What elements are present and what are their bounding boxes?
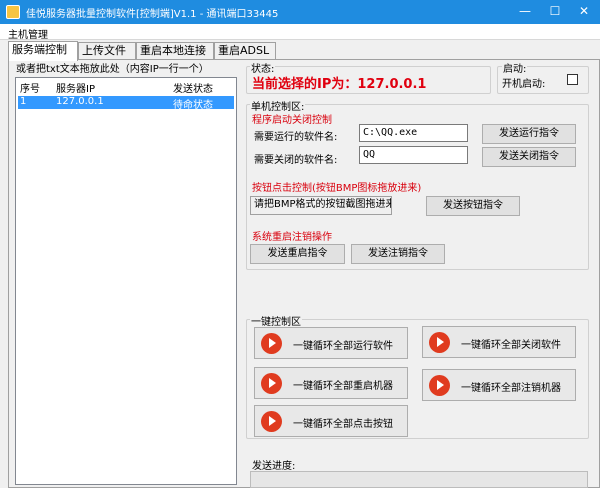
logoff-all-button[interactable]: 一键循环全部注销机器 bbox=[422, 369, 576, 401]
progress-label: 发送进度: bbox=[252, 461, 296, 472]
tab-restart-local-connection[interactable]: 重启本地连接 bbox=[136, 42, 214, 60]
close-program-label: 需要关闭的软件名: bbox=[254, 155, 338, 166]
startup-label: 启动: bbox=[502, 60, 528, 75]
play-icon bbox=[261, 411, 282, 432]
column-send-status[interactable]: 发送状态 bbox=[173, 80, 213, 95]
oneclick-label: 一键控制区 bbox=[250, 313, 302, 328]
progress-bar bbox=[250, 471, 588, 488]
restart-all-button[interactable]: 一键循环全部重启机器 bbox=[254, 367, 408, 399]
program-control-title: 程序启动关闭控制 bbox=[252, 115, 332, 126]
run-program-label: 需要运行的软件名: bbox=[254, 132, 338, 143]
close-program-input[interactable]: QQ bbox=[359, 146, 468, 164]
run-all-button[interactable]: 一键循环全部运行软件 bbox=[254, 327, 408, 359]
autostart-label: 开机启动: bbox=[502, 79, 546, 90]
logoff-all-label: 一键循环全部注销机器 bbox=[461, 383, 561, 394]
table-row[interactable]: 1 127.0.0.1 待命状态 bbox=[18, 96, 234, 111]
row-index: 1 bbox=[20, 96, 27, 107]
column-index[interactable]: 序号 bbox=[20, 80, 40, 95]
minimize-button[interactable]: — bbox=[510, 0, 540, 24]
send-restart-button[interactable]: 发送重启指令 bbox=[250, 244, 345, 264]
play-icon bbox=[429, 332, 450, 353]
tab-strip: 服务端控制 上传文件 重启本地连接 重启ADSL bbox=[8, 41, 598, 61]
send-logoff-button[interactable]: 发送注销指令 bbox=[351, 244, 445, 264]
current-ip: 当前选择的IP为：127.0.0.1 bbox=[252, 77, 427, 92]
row-ip: 127.0.0.1 bbox=[56, 96, 104, 107]
play-icon bbox=[261, 373, 282, 394]
bmp-drop-area[interactable]: 请把BMP格式的按钮截图拖进来 bbox=[250, 196, 392, 215]
play-icon bbox=[429, 375, 450, 396]
restart-all-label: 一键循环全部重启机器 bbox=[293, 381, 393, 392]
close-all-button[interactable]: 一键循环全部关闭软件 bbox=[422, 326, 576, 358]
tab-server-control[interactable]: 服务端控制 bbox=[8, 41, 78, 61]
window-title: 佳悦服务器批量控制软件[控制端]V1.1 - 通讯端口33445 bbox=[26, 9, 279, 20]
button-click-title: 按钮点击控制(按钮BMP图标拖放进来) bbox=[252, 183, 422, 194]
close-button[interactable]: ✕ bbox=[568, 0, 600, 24]
app-icon bbox=[6, 5, 20, 19]
menu-bar: 主机管理 bbox=[0, 24, 600, 41]
click-all-label: 一键循环全部点击按钮 bbox=[293, 419, 393, 430]
maximize-button[interactable]: ☐ bbox=[540, 0, 570, 24]
send-click-button[interactable]: 发送按钮指令 bbox=[426, 196, 520, 216]
menu-host-management[interactable]: 主机管理 bbox=[8, 26, 48, 41]
send-close-button[interactable]: 发送关闭指令 bbox=[482, 147, 576, 167]
autostart-checkbox[interactable] bbox=[567, 74, 578, 85]
send-run-button[interactable]: 发送运行指令 bbox=[482, 124, 576, 144]
tab-restart-adsl[interactable]: 重启ADSL bbox=[214, 42, 276, 60]
run-all-label: 一键循环全部运行软件 bbox=[293, 341, 393, 352]
tab-upload-file[interactable]: 上传文件 bbox=[78, 42, 136, 60]
run-program-input[interactable]: C:\QQ.exe bbox=[359, 124, 468, 142]
restart-logoff-title: 系统重启注销操作 bbox=[252, 232, 332, 243]
drag-drop-hint: 或者把txt文本拖放此处（内容IP一行一个） bbox=[16, 64, 209, 75]
click-all-button[interactable]: 一键循环全部点击按钮 bbox=[254, 405, 408, 437]
play-icon bbox=[261, 333, 282, 354]
server-list[interactable]: 序号 服务器IP 发送状态 1 127.0.0.1 待命状态 bbox=[15, 77, 237, 485]
row-status: 待命状态 bbox=[173, 100, 213, 111]
close-all-label: 一键循环全部关闭软件 bbox=[461, 340, 561, 351]
list-header: 序号 服务器IP 发送状态 bbox=[16, 80, 236, 96]
title-bar: 佳悦服务器批量控制软件[控制端]V1.1 - 通讯端口33445 — ☐ ✕ bbox=[0, 0, 600, 24]
column-server-ip[interactable]: 服务器IP bbox=[56, 80, 95, 95]
